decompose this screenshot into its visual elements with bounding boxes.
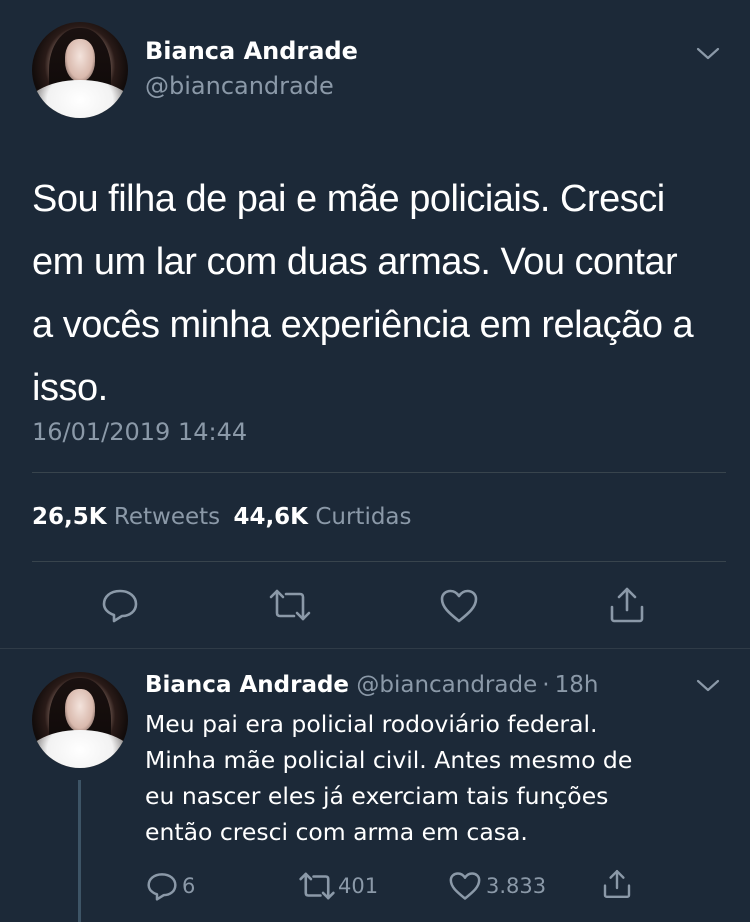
retweet-icon[interactable]: [268, 588, 312, 622]
divider: [32, 561, 726, 562]
author-name[interactable]: Bianca Andrade: [145, 36, 358, 66]
reply-retweets-count: 401: [338, 874, 379, 898]
reply-time[interactable]: 18h: [555, 672, 599, 698]
retweets-stat[interactable]: 26,5K Retweets: [32, 504, 227, 530]
share-icon[interactable]: [601, 868, 633, 900]
reply-icon: [146, 871, 178, 901]
reply-text: Meu pai era policial rodoviário federal.…: [145, 706, 735, 850]
reply-text-line: eu nascer eles já exerciam tais funções: [145, 782, 609, 810]
reply-retweet-action[interactable]: 401: [298, 870, 378, 902]
likes-stat[interactable]: 44,6K Curtidas: [233, 504, 411, 530]
like-icon: [448, 871, 482, 901]
reply-likes-count: 3.833: [486, 874, 547, 898]
retweets-label: Retweets: [113, 504, 221, 530]
reply-separator: ·: [542, 672, 550, 698]
tweet-text-line: Sou filha de pai e mãe policiais. Cresci: [32, 178, 665, 220]
reply-reply-action[interactable]: 6: [146, 870, 195, 902]
reply-author-handle[interactable]: @biancandrade: [356, 672, 537, 698]
reply-text-line: então cresci com arma em casa.: [145, 818, 528, 846]
reply-like-action[interactable]: 3.833: [448, 870, 546, 902]
share-icon[interactable]: [607, 585, 647, 625]
reply-text-line: Minha mãe policial civil. Antes mesmo de: [145, 746, 633, 774]
tweet-stats: 26,5K Retweets 44,6K Curtidas: [32, 502, 412, 532]
tweet-text-line: a vocês minha experiência em relação a: [32, 304, 694, 346]
divider: [0, 648, 750, 649]
retweet-icon: [298, 871, 336, 901]
reply-author-avatar[interactable]: [32, 672, 128, 768]
author-handle[interactable]: @biancandrade: [145, 71, 334, 101]
likes-count: 44,6K: [233, 504, 309, 530]
thread-line: [78, 780, 81, 922]
tweet-timestamp[interactable]: 16/01/2019 14:44: [32, 417, 247, 447]
retweets-count: 26,5K: [32, 504, 107, 530]
like-icon[interactable]: [439, 588, 479, 624]
tweet-text-line: em um lar com duas armas. Vou contar: [32, 241, 678, 283]
divider: [32, 472, 726, 473]
likes-label: Curtidas: [315, 504, 412, 530]
tweet-text-line: isso.: [32, 367, 108, 409]
chevron-down-icon[interactable]: [696, 46, 720, 62]
reply-replies-count: 6: [182, 874, 196, 898]
chevron-down-icon[interactable]: [696, 678, 720, 694]
reply-author-name[interactable]: Bianca Andrade: [145, 672, 349, 698]
reply-header: Bianca Andrade @biancandrade · 18h: [145, 670, 598, 700]
reply-icon[interactable]: [101, 587, 139, 623]
author-avatar[interactable]: [32, 22, 128, 118]
reply-text-line: Meu pai era policial rodoviário federal.: [145, 710, 598, 738]
tweet-text: Sou filha de pai e mãe policiais. Cresci…: [32, 168, 732, 420]
